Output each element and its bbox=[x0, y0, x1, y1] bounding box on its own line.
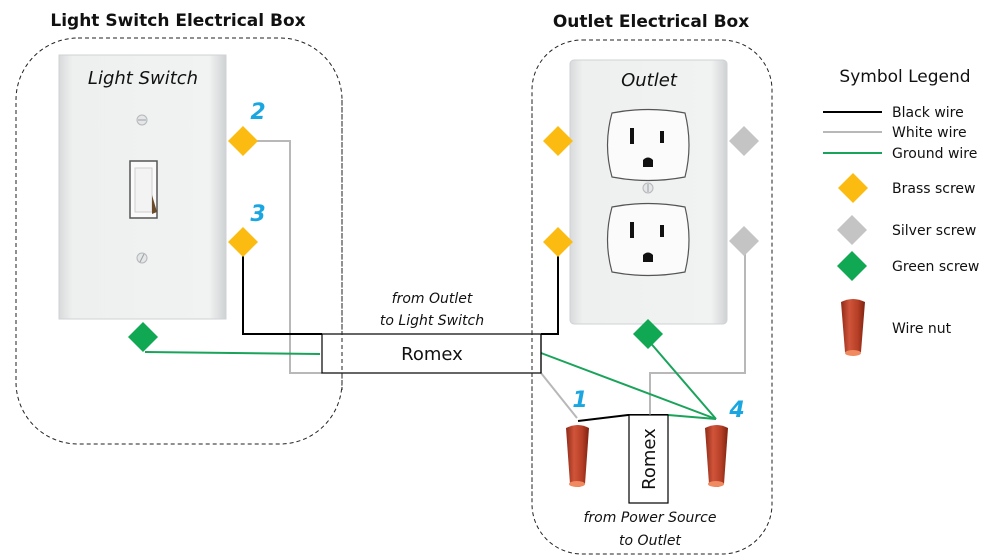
legend-item-white-wire: White wire bbox=[892, 125, 967, 141]
black-wire bbox=[541, 242, 559, 335]
legend-item-wire-nut: Wire nut bbox=[892, 321, 952, 337]
light-switch-label: Light Switch bbox=[88, 68, 198, 89]
wiring-diagram: Light Switch Electrical Box Outlet Elect… bbox=[15, 11, 979, 555]
brass-screw-icon bbox=[838, 173, 868, 203]
legend-item-brass-screw: Brass screw bbox=[892, 181, 975, 197]
outlet-plate bbox=[569, 59, 728, 325]
white-wire bbox=[250, 140, 322, 374]
romex-bottom-label: Romex bbox=[639, 428, 660, 490]
green-screw-icon bbox=[837, 251, 867, 281]
light-switch-plate bbox=[58, 54, 227, 320]
step-number-1: 1 bbox=[572, 388, 587, 413]
silver-screw-icon bbox=[837, 215, 867, 245]
step-number-2: 2 bbox=[250, 100, 265, 125]
receptacle-top bbox=[606, 108, 690, 182]
brass-screw-icon bbox=[543, 227, 573, 257]
silver-screw-icon bbox=[729, 126, 759, 156]
step-number-4: 4 bbox=[728, 398, 744, 423]
silver-screw-icon bbox=[729, 226, 759, 256]
outlet-box-title: Outlet Electrical Box bbox=[553, 12, 749, 32]
green-screw-icon bbox=[128, 322, 158, 352]
black-wire bbox=[242, 242, 322, 335]
legend-item-black-wire: Black wire bbox=[892, 105, 964, 121]
receptacle-bottom bbox=[606, 202, 690, 277]
romex-top-note-line2: to Light Switch bbox=[380, 313, 484, 329]
outlet-label: Outlet bbox=[621, 70, 678, 91]
brass-screw-icon bbox=[228, 126, 258, 156]
brass-screw-icon bbox=[228, 227, 258, 257]
wire-nut-1 bbox=[566, 425, 589, 487]
wire-nut-icon bbox=[841, 299, 865, 356]
legend-item-silver-screw: Silver screw bbox=[892, 223, 976, 239]
romex-bottom-note-line2: to Outlet bbox=[619, 533, 681, 549]
legend-item-green-screw: Green screw bbox=[892, 259, 979, 275]
symbol-legend: Symbol Legend Black wire White wire Grou… bbox=[823, 67, 979, 356]
step-number-3: 3 bbox=[250, 202, 265, 227]
legend-item-ground-wire: Ground wire bbox=[892, 146, 977, 162]
wire-nut-4 bbox=[705, 425, 728, 487]
ground-wire bbox=[144, 351, 321, 355]
romex-top-note-line1: from Outlet bbox=[392, 291, 473, 307]
romex-top-label: Romex bbox=[401, 344, 463, 365]
legend-title: Symbol Legend bbox=[839, 67, 970, 87]
ground-wire bbox=[540, 352, 717, 420]
switch-box-title: Light Switch Electrical Box bbox=[50, 11, 305, 31]
romex-bottom-note-line1: from Power Source bbox=[583, 510, 716, 526]
brass-screw-icon bbox=[543, 126, 573, 156]
